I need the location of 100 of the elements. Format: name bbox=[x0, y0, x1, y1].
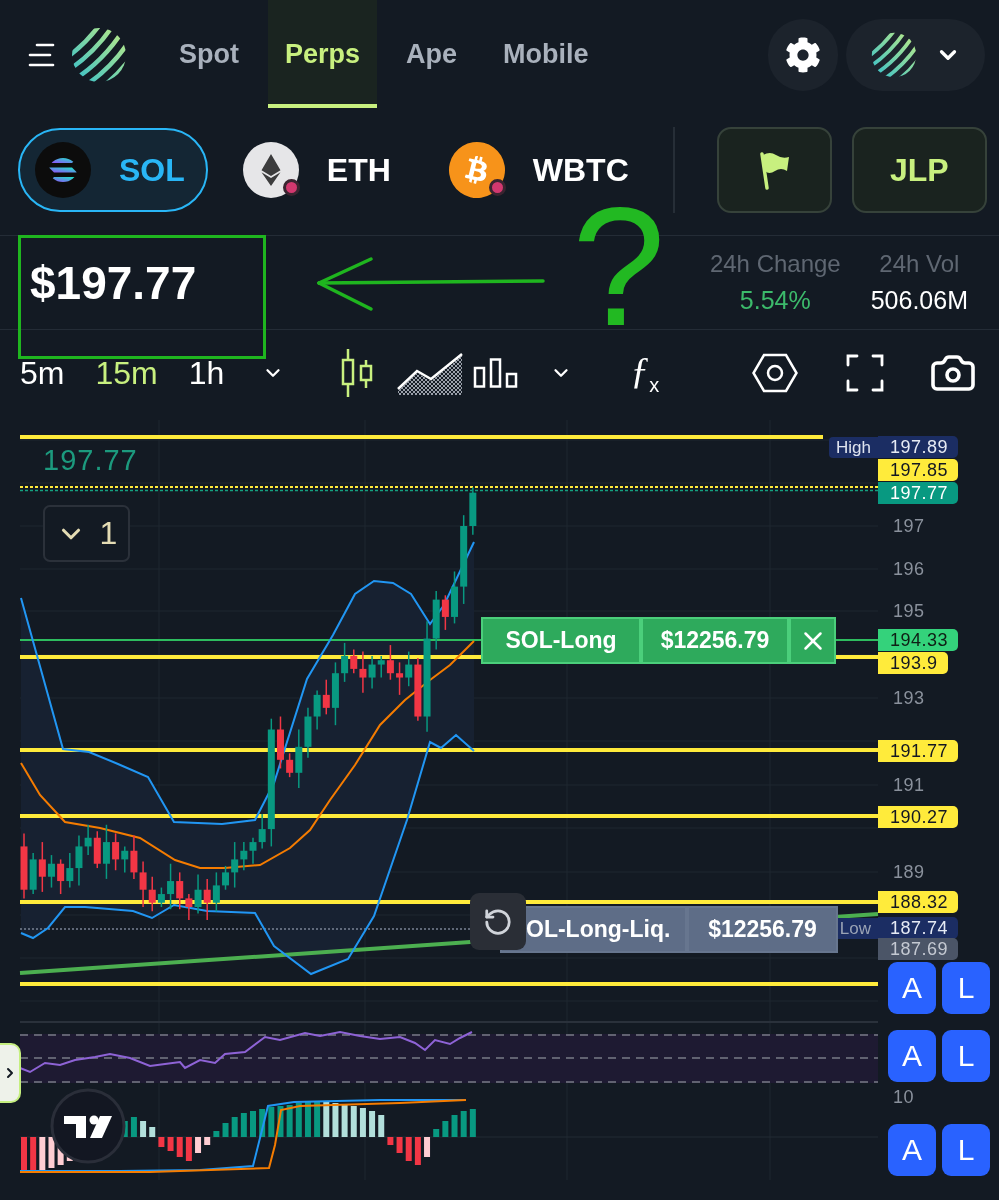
close-order-button[interactable] bbox=[789, 617, 836, 664]
candle bbox=[451, 570, 458, 625]
histogram-bar bbox=[451, 1115, 458, 1137]
histogram-bar bbox=[204, 1137, 211, 1145]
histogram-bar bbox=[378, 1115, 385, 1137]
price-tick: 189 bbox=[893, 861, 925, 883]
stat-value: 5.54% bbox=[739, 286, 811, 315]
histogram-bar bbox=[185, 1137, 192, 1161]
histogram-bar bbox=[295, 1103, 302, 1137]
histogram-bar bbox=[176, 1137, 183, 1157]
price-tag: 197.89 bbox=[878, 436, 959, 458]
area-chart-icon[interactable] bbox=[397, 351, 464, 395]
order-name: SOL-Long bbox=[481, 617, 641, 664]
nav-tab[interactable]: Spot bbox=[162, 0, 256, 108]
histogram-bar bbox=[304, 1102, 311, 1137]
price-tag: 197.85 bbox=[878, 459, 959, 481]
price-tick: 195 bbox=[893, 600, 925, 622]
histogram-bar bbox=[405, 1137, 412, 1161]
flag-button[interactable] bbox=[716, 127, 832, 213]
fullscreen-icon[interactable] bbox=[846, 354, 885, 392]
candle bbox=[222, 865, 229, 891]
price-tag: 187.69 bbox=[878, 938, 959, 960]
candle bbox=[48, 854, 55, 889]
reset-icon bbox=[483, 906, 513, 937]
histogram-bar bbox=[149, 1127, 156, 1137]
stat-label: 24h Vol bbox=[879, 250, 960, 278]
letter-button[interactable]: A bbox=[888, 962, 936, 1014]
histogram-bar bbox=[259, 1109, 266, 1137]
nav-tab[interactable]: Ape bbox=[389, 0, 475, 108]
histogram-bar bbox=[222, 1123, 229, 1137]
histogram-bar bbox=[213, 1131, 220, 1137]
price-tag: 188.32 bbox=[878, 891, 959, 913]
coin-icon bbox=[35, 142, 91, 198]
histogram-bar bbox=[433, 1129, 440, 1137]
histogram-bar bbox=[268, 1107, 275, 1137]
logo-icon bbox=[870, 32, 917, 78]
hexagon-icon[interactable] bbox=[752, 353, 799, 393]
price-tag: 190.27 bbox=[878, 806, 959, 828]
price-tag: 187.74 bbox=[878, 917, 959, 939]
nav-tab[interactable]: Mobile bbox=[486, 0, 606, 108]
collapse-button[interactable]: 1 bbox=[43, 505, 130, 562]
timeframe-tab[interactable]: 15m bbox=[95, 354, 158, 392]
histogram-bar bbox=[167, 1137, 174, 1151]
letter-button[interactable]: L bbox=[942, 1030, 990, 1082]
asset-tab[interactable]: SOL bbox=[18, 128, 208, 212]
price-tick: 197 bbox=[893, 515, 925, 537]
reset-button[interactable] bbox=[470, 893, 526, 950]
pane-tick: 10 bbox=[893, 1086, 915, 1108]
histogram-bar bbox=[314, 1101, 321, 1137]
letter-button[interactable]: L bbox=[942, 962, 990, 1014]
histogram-bar bbox=[424, 1137, 431, 1157]
histogram-bar bbox=[341, 1104, 348, 1137]
histogram-bar bbox=[39, 1137, 46, 1171]
histogram-bar bbox=[350, 1106, 357, 1137]
indicators-button[interactable]: ƒ$_{x}$ bbox=[630, 351, 660, 395]
price-tag: 194.33 bbox=[878, 629, 959, 651]
histogram-bar bbox=[387, 1137, 394, 1145]
histogram-bar bbox=[250, 1111, 256, 1137]
candle bbox=[277, 715, 284, 770]
letter-button[interactable]: A bbox=[888, 1030, 936, 1082]
histogram-bar bbox=[359, 1108, 366, 1137]
price-tag: 197.77 bbox=[878, 482, 959, 504]
histogram-bar bbox=[277, 1106, 284, 1137]
histogram-bar bbox=[332, 1103, 339, 1137]
expand-panel-button[interactable] bbox=[0, 1043, 21, 1103]
histogram-bar bbox=[48, 1137, 55, 1168]
letter-button[interactable]: A bbox=[888, 1124, 936, 1176]
price-tick: 196 bbox=[893, 558, 925, 580]
letter-button[interactable]: L bbox=[942, 1124, 990, 1176]
liquidation-amount: $12256.79 bbox=[687, 906, 838, 953]
stat-value: 506.06M bbox=[870, 286, 968, 315]
histogram-bar bbox=[195, 1137, 202, 1153]
token-button[interactable]: JLP bbox=[851, 127, 987, 213]
price-tick: 193 bbox=[893, 687, 925, 709]
histogram-bar bbox=[240, 1113, 247, 1137]
histogram-bar bbox=[231, 1117, 238, 1137]
histogram-bar bbox=[130, 1117, 137, 1137]
asset-tab[interactable]: ETH bbox=[225, 128, 414, 212]
candlestick-icon[interactable] bbox=[340, 348, 375, 398]
bar-chart-icon[interactable] bbox=[473, 358, 520, 388]
logo-icon[interactable] bbox=[71, 27, 127, 83]
symbol-price: 197.77 bbox=[43, 444, 138, 477]
price-side-tag: High bbox=[829, 437, 878, 458]
histogram-bar bbox=[158, 1137, 165, 1147]
timeframe-tab[interactable]: 1h bbox=[188, 354, 225, 392]
stat-label: 24h Change bbox=[709, 250, 841, 278]
histogram-bar bbox=[414, 1137, 421, 1165]
order-amount: $12256.79 bbox=[641, 617, 789, 664]
timeframe-tab[interactable]: 5m bbox=[20, 354, 65, 392]
price-tag: 193.9 bbox=[878, 652, 948, 674]
settings-icon bbox=[785, 37, 821, 73]
histogram-bar bbox=[460, 1111, 467, 1137]
histogram-bar bbox=[21, 1137, 27, 1170]
nav-tab[interactable]: Perps bbox=[268, 0, 378, 108]
annotation-mark: ? bbox=[572, 204, 666, 332]
price-value: $197.77 bbox=[30, 255, 197, 310]
histogram-bar bbox=[442, 1121, 449, 1137]
histogram-bar bbox=[30, 1137, 37, 1172]
menu-icon[interactable] bbox=[28, 43, 55, 67]
price-tick: 191 bbox=[893, 774, 925, 796]
